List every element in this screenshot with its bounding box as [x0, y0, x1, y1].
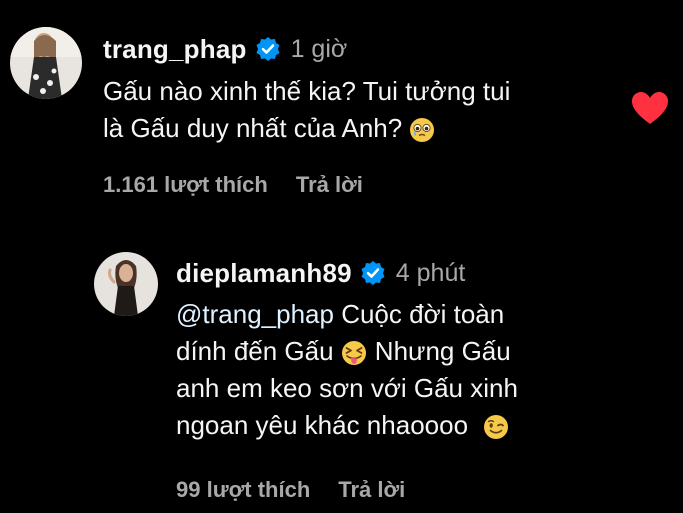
heart-filled-icon[interactable]	[632, 92, 668, 126]
reply-line-text: Cuộc đời toàn	[333, 299, 505, 329]
comment-actions: 1.161 lượt thích Trả lời	[103, 172, 363, 198]
reply-button[interactable]: Trả lời	[296, 172, 363, 198]
reply-line-text: ngoan yêu khác nhaoooo	[176, 410, 469, 440]
likes-count[interactable]: 99 lượt thích	[176, 477, 310, 503]
likes-count[interactable]: 1.161 lượt thích	[103, 172, 268, 198]
reply-button[interactable]: Trả lời	[338, 477, 405, 503]
reply-line: @trang_phap Cuộc đời toàn	[176, 296, 518, 333]
username[interactable]: dieplamanh89	[176, 258, 352, 289]
comment-line: Gấu nào xinh thế kia? Tui tưởng tui	[103, 76, 511, 106]
reply-line-text: dính đến Gấu	[176, 336, 334, 366]
reply-line: anh em keo sơn với Gấu xinh	[176, 373, 518, 403]
timestamp[interactable]: 4 phút	[396, 259, 466, 288]
reply-text: @trang_phap Cuộc đời toàn dính đến Gấu N…	[176, 296, 518, 444]
squinting-tongue-face-icon	[340, 339, 368, 367]
timestamp[interactable]: 1 giờ	[291, 35, 348, 64]
avatar-dieplamanh89-image	[94, 252, 158, 316]
winking-face-icon	[482, 413, 510, 441]
reply-line: dính đến Gấu Nhưng Gấu	[176, 333, 518, 370]
flushed-crying-face-icon	[408, 116, 436, 144]
comment-text: Gấu nào xinh thế kia? Tui tưởng tui là G…	[103, 73, 510, 147]
mention-link[interactable]: @trang_phap	[176, 299, 334, 329]
verified-badge-icon	[255, 36, 281, 62]
comment-line-with-emoji: là Gấu duy nhất của Anh?	[103, 110, 510, 147]
avatar[interactable]	[94, 252, 158, 316]
avatar-trang-phap-image	[10, 27, 82, 99]
reply-actions: 99 lượt thích Trả lời	[176, 477, 405, 503]
avatar[interactable]	[10, 27, 82, 99]
reply-header: dieplamanh89 4 phút	[176, 256, 465, 290]
reply-line-with-emoji: ngoan yêu khác nhaoooo	[176, 407, 518, 444]
verified-badge-icon	[360, 260, 386, 286]
reply-line-text: Nhưng Gấu	[367, 336, 511, 366]
username[interactable]: trang_phap	[103, 34, 247, 65]
comment-header: trang_phap 1 giờ	[103, 32, 347, 66]
comment-line: là Gấu duy nhất của Anh?	[103, 113, 403, 143]
